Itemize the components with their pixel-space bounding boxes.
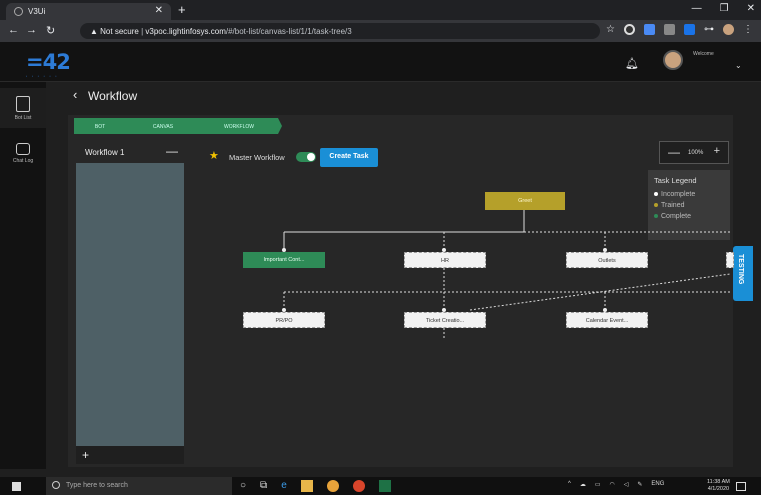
task-node-calendar-event[interactable]: Calendar Event... [566, 312, 648, 328]
clock[interactable]: 11:38 AM 4/1/2020 [707, 479, 730, 493]
cloud-icon[interactable]: ☁ [580, 481, 586, 488]
windows-start-icon[interactable] [12, 482, 21, 491]
search-placeholder: Type here to search [66, 482, 128, 489]
notification-icon[interactable] [736, 482, 746, 491]
os-taskbar: Type here to search ○ ⧉ e ^ ☁ ▭ ◠ ◁ ✎ EN… [0, 477, 761, 495]
taskbar-search-input[interactable]: Type here to search [46, 477, 232, 495]
wifi-icon[interactable]: ◠ [610, 481, 615, 488]
battery-icon[interactable]: ▭ [595, 481, 601, 488]
task-node-ticket-creation[interactable]: Ticket Creatio... [404, 312, 486, 328]
file-explorer-icon[interactable] [300, 480, 313, 492]
task-view-icon[interactable]: ⧉ [260, 480, 267, 492]
task-node-pr-po[interactable]: PR/PO [243, 312, 325, 328]
language-indicator[interactable]: ENG [651, 481, 664, 488]
clock-time: 11:38 AM [707, 479, 730, 485]
edge-browser-icon[interactable]: e [281, 480, 287, 492]
tree-edges [282, 210, 731, 340]
clock-date: 4/1/2020 [707, 486, 730, 492]
system-tray: ^ ☁ ▭ ◠ ◁ ✎ ENG [568, 481, 664, 488]
chrome-icon[interactable] [326, 480, 339, 492]
app-icon[interactable] [352, 480, 365, 492]
excel-icon[interactable] [378, 480, 391, 492]
search-icon [52, 481, 60, 489]
volume-icon[interactable]: ◁ [624, 481, 629, 488]
taskbar-apps: ○ ⧉ e [240, 480, 391, 492]
task-node-greet[interactable]: Greet [485, 192, 565, 210]
task-node-offscreen[interactable] [726, 252, 734, 268]
pen-icon[interactable]: ✎ [637, 481, 642, 488]
task-node-hr[interactable]: HR [404, 252, 486, 268]
chevron-up-icon[interactable]: ^ [568, 481, 571, 488]
task-node-important-contacts[interactable]: Important Cont... [243, 252, 325, 268]
task-node-outlets[interactable]: Outlets [566, 252, 648, 268]
cortana-icon[interactable]: ○ [240, 480, 246, 492]
